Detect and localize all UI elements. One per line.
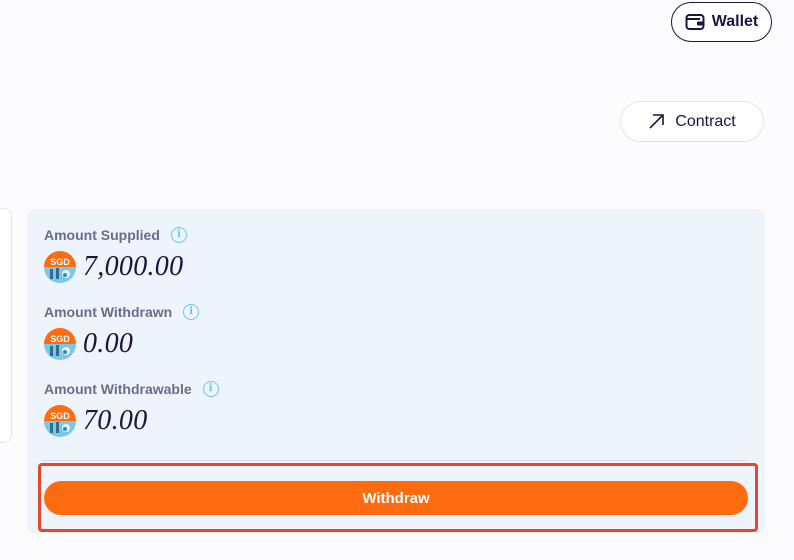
stat-value-text: 7,000.00 — [83, 251, 184, 282]
stat-value-text: 0.00 — [83, 328, 134, 359]
amount-supplied-label: Amount Supplied i — [44, 227, 187, 243]
wallet-button[interactable]: Wallet — [671, 2, 772, 42]
info-icon[interactable]: i — [202, 381, 219, 397]
page: Wallet Contract Amount Supplied i SGD 7,… — [0, 0, 794, 560]
amount-withdrawn-value: SGD 0.00 — [44, 328, 133, 360]
svg-text:SGD: SGD — [50, 334, 70, 344]
amount-withdrawable-value: SGD 70.00 — [44, 405, 148, 437]
arrow-up-right-icon — [649, 114, 665, 129]
side-panel-edge — [0, 208, 12, 443]
info-icon[interactable]: i — [170, 227, 187, 243]
svg-text:SGD: SGD — [50, 257, 70, 267]
info-icon[interactable]: i — [183, 304, 200, 320]
amount-withdrawn-label: Amount Withdrawn i — [44, 304, 200, 320]
stat-label-text: Amount Supplied — [44, 227, 160, 243]
amount-supplied-value: SGD 7,000.00 — [44, 251, 183, 283]
amount-withdrawable-label: Amount Withdrawable i — [44, 381, 219, 397]
sgd-coin-icon: SGD — [44, 328, 76, 360]
divider — [41, 460, 748, 461]
wallet-label: Wallet — [711, 13, 759, 30]
withdraw-button[interactable]: Withdraw — [44, 481, 748, 515]
contract-label: Contract — [675, 112, 736, 130]
stat-value-text: 70.00 — [83, 405, 148, 436]
sgd-coin-icon: SGD — [44, 251, 76, 283]
sgd-coin-icon: SGD — [44, 405, 76, 437]
wallet-icon — [685, 14, 705, 30]
stat-label-text: Amount Withdrawable — [44, 381, 192, 397]
svg-text:SGD: SGD — [50, 411, 70, 421]
stat-label-text: Amount Withdrawn — [44, 304, 173, 320]
contract-button[interactable]: Contract — [620, 101, 764, 142]
